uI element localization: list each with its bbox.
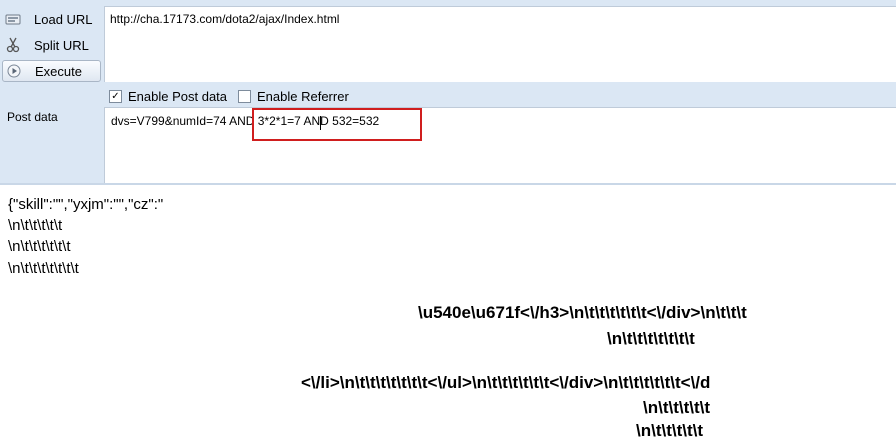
enable-post-data-label: Enable Post data (128, 89, 228, 104)
response-line: \n\t\t\t\t\t\t (8, 238, 71, 255)
url-text: http://cha.17173.com/dota2/ajax/Index.ht… (110, 12, 340, 26)
enable-post-data-checkbox[interactable]: ✓ Enable Post data (109, 89, 227, 104)
enable-referrer-checkbox[interactable]: Enable Referrer (238, 89, 349, 104)
response-bold-line: <\/li>\n\t\t\t\t\t\t\t<\/ul>\n\t\t\t\t\t… (301, 373, 711, 392)
post-data-label: Post data (7, 110, 58, 124)
execute-label: Execute (35, 63, 82, 79)
response-bold-line: \n\t\t\t\t\t (636, 421, 704, 440)
response-line: \n\t\t\t\t\t (8, 217, 63, 234)
execute-button[interactable]: Execute (2, 60, 101, 82)
split-url-button[interactable]: Split URL (2, 34, 101, 56)
play-icon (5, 62, 23, 80)
post-data-input[interactable]: dvs=V799&numId=74 AND 3*2*1=7 AND 532=53… (104, 107, 896, 183)
load-url-icon (4, 10, 22, 28)
response-line: {"skill":"","yxjm":"","cz":" (8, 196, 164, 213)
response-line: \n\t\t\t\t\t\t\t (8, 260, 79, 277)
highlight-box (252, 108, 422, 141)
response-bold-line: \n\t\t\t\t\t (643, 398, 711, 417)
split-url-label: Split URL (34, 37, 89, 53)
checkmark-icon: ✓ (109, 90, 122, 103)
checkbox-empty-icon (238, 90, 251, 103)
url-input[interactable]: http://cha.17173.com/dota2/ajax/Index.ht… (104, 6, 896, 82)
load-url-label: Load URL (34, 11, 93, 27)
panel-divider (0, 183, 896, 185)
tool-panel: Load URL Split URL Execute http://cha.17… (0, 0, 896, 185)
load-url-button[interactable]: Load URL (2, 8, 101, 30)
response-bold-line: \u540e\u671f<\/h3>\n\t\t\t\t\t\t<\/div>\… (418, 303, 747, 322)
response-bold-line: \n\t\t\t\t\t\t\t (607, 329, 695, 348)
enable-referrer-label: Enable Referrer (257, 89, 349, 104)
scissors-icon (4, 36, 22, 54)
